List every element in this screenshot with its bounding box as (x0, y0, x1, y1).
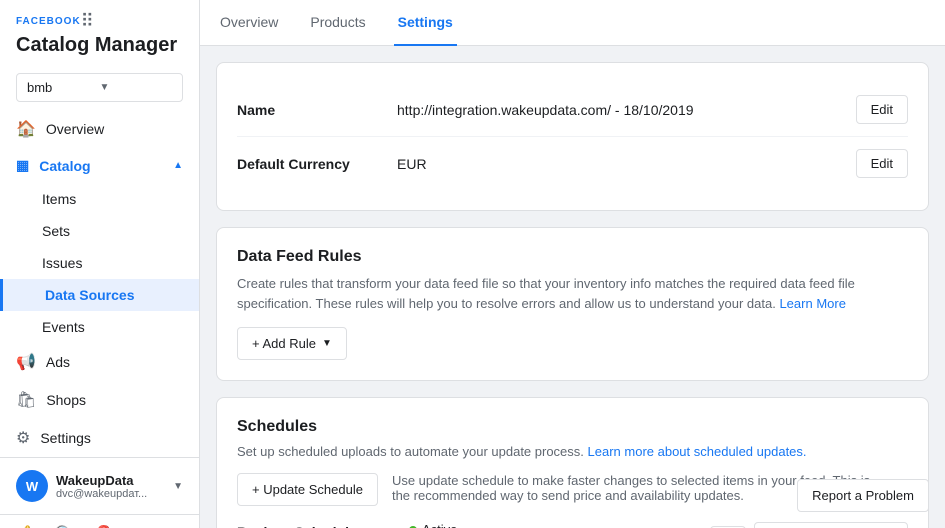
name-label: Name (237, 102, 397, 118)
chevron-down-icon: ▼ (100, 82, 173, 93)
home-icon: 🏠 (16, 119, 36, 139)
currency-value: EUR (397, 156, 856, 172)
sidebar-bottom-bar: 🔔 🔍 ❓ ⊞ (0, 514, 199, 528)
sidebar-item-overview[interactable]: 🏠 Overview (0, 110, 199, 148)
name-edit-button[interactable]: Edit (856, 95, 908, 124)
sidebar-item-label: Settings (40, 430, 91, 446)
user-profile[interactable]: W WakeupData dvc@wakeupdат... ▼ (0, 457, 199, 514)
tab-products[interactable]: Products (306, 0, 369, 46)
user-info: WakeupData dvc@wakeupdат... (56, 473, 165, 500)
dropdown-arrow-icon: ▼ (322, 338, 332, 349)
data-feed-rules-desc: Create rules that transform your data fe… (237, 274, 908, 313)
sidebar-item-settings[interactable]: ⚙ Settings (0, 419, 199, 457)
schedules-title: Schedules (237, 418, 908, 436)
replace-schedule-actions: ··· Request Update Now (710, 522, 908, 528)
replace-schedule-row: Replace Schedule Active Weekly, Fridays … (237, 522, 908, 528)
report-problem-button[interactable]: Report a Problem (797, 479, 929, 512)
chevron-up-icon: ▲ (173, 160, 183, 171)
sidebar-header: FACEBOOK ⠿ Catalog Manager (0, 0, 199, 65)
currency-edit-button[interactable]: Edit (856, 149, 908, 178)
main-content: Overview Products Settings Name http://i… (200, 0, 945, 528)
sidebar: FACEBOOK ⠿ Catalog Manager bmb ▼ 🏠 Overv… (0, 0, 200, 528)
data-feed-rules-card: Data Feed Rules Create rules that transf… (216, 227, 929, 381)
replace-schedule-label: Replace Schedule (237, 522, 397, 528)
sidebar-item-label: Shops (46, 392, 86, 408)
request-update-button[interactable]: Request Update Now (754, 522, 908, 528)
catalog-icon: ▦ (16, 157, 29, 174)
sidebar-item-sets[interactable]: Sets (0, 215, 199, 247)
name-value: http://integration.wakeupdata.com/ - 18/… (397, 102, 856, 118)
sidebar-sub-label: Data Sources (45, 287, 134, 303)
tab-overview[interactable]: Overview (216, 0, 282, 46)
name-field-row: Name http://integration.wakeupdata.com/ … (237, 83, 908, 137)
add-rule-button[interactable]: + Add Rule ▼ (237, 327, 347, 360)
name-currency-card: Name http://integration.wakeupdata.com/ … (216, 62, 929, 211)
sidebar-sub-label: Issues (42, 255, 82, 271)
sidebar-sub-label: Sets (42, 223, 70, 239)
user-name: WakeupData (56, 473, 165, 488)
chevron-down-icon: ▼ (173, 481, 183, 492)
data-feed-rules-title: Data Feed Rules (237, 248, 908, 266)
sidebar-item-catalog[interactable]: ▦ Catalog ▲ (0, 148, 199, 183)
sidebar-sub-label: Events (42, 319, 85, 335)
fb-brand-label: FACEBOOK (16, 16, 81, 27)
app-title: Catalog Manager (16, 34, 183, 57)
ads-icon: 📢 (16, 352, 36, 372)
update-schedule-button[interactable]: + Update Schedule (237, 473, 378, 506)
sidebar-item-issues[interactable]: Issues (0, 247, 199, 279)
sidebar-item-data-sources[interactable]: Data Sources (0, 279, 199, 311)
learn-more-link[interactable]: Learn More (779, 296, 845, 311)
learn-more-schedules-link[interactable]: Learn more about scheduled updates. (588, 444, 807, 459)
settings-icon: ⚙ (16, 428, 30, 448)
account-name: bmb (27, 80, 100, 95)
active-badge: Active (409, 522, 698, 528)
currency-field-row: Default Currency EUR Edit (237, 137, 908, 190)
schedules-desc: Set up scheduled uploads to automate you… (237, 444, 908, 459)
sidebar-item-label: Ads (46, 354, 70, 370)
replace-schedule-detail: Active Weekly, Fridays - 15:44 GMT+02:00… (409, 522, 698, 528)
grid-icon[interactable]: ⠿ (81, 12, 94, 30)
sidebar-section-label: Catalog (39, 158, 90, 174)
currency-label: Default Currency (237, 156, 397, 172)
sidebar-item-shops[interactable]: 🛍 Shops (0, 381, 199, 419)
avatar: W (16, 470, 48, 502)
sidebar-item-ads[interactable]: 📢 Ads (0, 343, 199, 381)
sidebar-item-events[interactable]: Events (0, 311, 199, 343)
tab-bar: Overview Products Settings (200, 0, 945, 46)
user-email: dvc@wakeupdат... (56, 488, 165, 500)
account-selector[interactable]: bmb ▼ (16, 73, 183, 102)
sidebar-item-label: Overview (46, 121, 104, 137)
sidebar-sub-label: Items (42, 191, 76, 207)
tab-settings[interactable]: Settings (394, 0, 457, 46)
sidebar-item-items[interactable]: Items (0, 183, 199, 215)
active-text: Active (422, 522, 457, 528)
shops-icon: 🛍 (16, 390, 36, 410)
